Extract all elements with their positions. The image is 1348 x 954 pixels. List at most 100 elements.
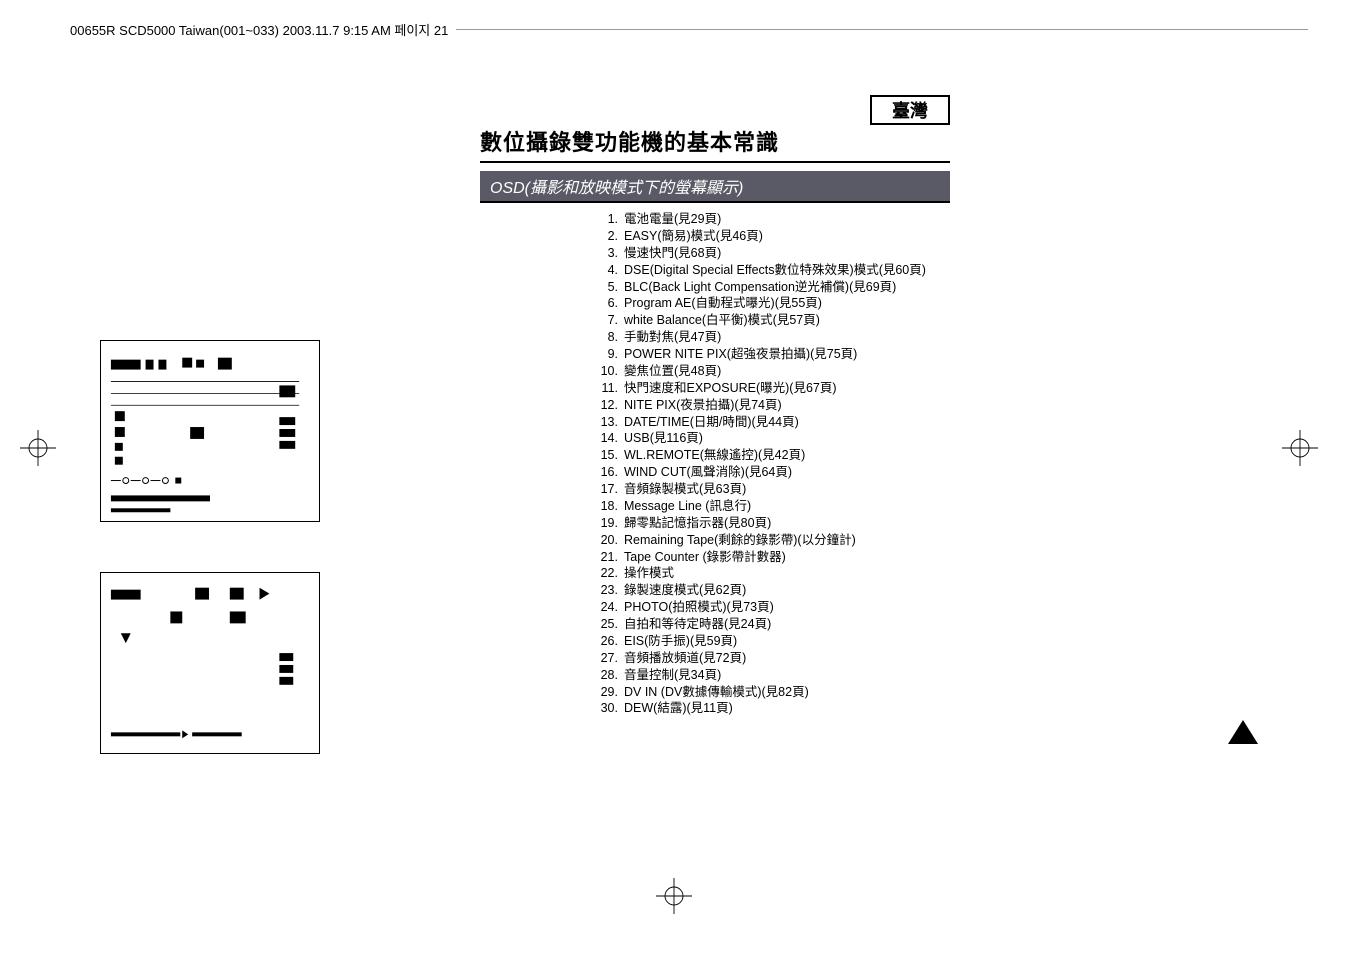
- list-text: Program AE(自動程式曝光)(見55頁): [624, 295, 950, 312]
- list-text: PHOTO(拍照模式)(見73頁): [624, 599, 950, 616]
- list-text: Remaining Tape(剩餘的錄影帶)(以分鐘計): [624, 532, 950, 549]
- page-arrow-icon: [1228, 720, 1258, 749]
- list-number: 22.: [590, 565, 624, 582]
- region-tag: 臺灣: [870, 95, 950, 125]
- list-text: POWER NITE PIX(超強夜景拍攝)(見75頁): [624, 346, 950, 363]
- osd-diagrams: [100, 340, 320, 804]
- osd-list-item: 27.音頻播放頻道(見72頁): [590, 650, 950, 667]
- list-text: WIND CUT(風聲消除)(見64頁): [624, 464, 950, 481]
- list-text: Message Line (訊息行): [624, 498, 950, 515]
- osd-list-item: 6.Program AE(自動程式曝光)(見55頁): [590, 295, 950, 312]
- list-number: 4.: [590, 262, 624, 279]
- list-number: 19.: [590, 515, 624, 532]
- osd-list-item: 4.DSE(Digital Special Effects數位特殊效果)模式(見…: [590, 262, 950, 279]
- osd-list-item: 14.USB(見116頁): [590, 430, 950, 447]
- print-header: 00655R SCD5000 Taiwan(001~033) 2003.11.7…: [70, 20, 1308, 39]
- list-text: 慢速快門(見68頁): [624, 245, 950, 262]
- osd-list-item: 30.DEW(結露)(見11頁): [590, 700, 950, 717]
- list-number: 17.: [590, 481, 624, 498]
- list-number: 27.: [590, 650, 624, 667]
- osd-list-item: 21.Tape Counter (錄影帶計數器): [590, 549, 950, 566]
- list-text: DSE(Digital Special Effects數位特殊效果)模式(見60…: [624, 262, 950, 279]
- list-text: 變焦位置(見48頁): [624, 363, 950, 380]
- list-number: 5.: [590, 279, 624, 296]
- list-number: 21.: [590, 549, 624, 566]
- osd-list-item: 8.手動對焦(見47頁): [590, 329, 950, 346]
- list-number: 9.: [590, 346, 624, 363]
- list-number: 20.: [590, 532, 624, 549]
- list-number: 29.: [590, 684, 624, 701]
- list-text: Tape Counter (錄影帶計數器): [624, 549, 950, 566]
- list-number: 26.: [590, 633, 624, 650]
- osd-list-item: 22.操作模式: [590, 565, 950, 582]
- osd-list-item: 20.Remaining Tape(剩餘的錄影帶)(以分鐘計): [590, 532, 950, 549]
- osd-list-item: 28.音量控制(見34頁): [590, 667, 950, 684]
- list-text: 錄製速度模式(見62頁): [624, 582, 950, 599]
- list-number: 11.: [590, 380, 624, 397]
- osd-list-item: 19.歸零點記憶指示器(見80頁): [590, 515, 950, 532]
- list-number: 10.: [590, 363, 624, 380]
- list-text: white Balance(白平衡)模式(見57頁): [624, 312, 950, 329]
- header-rule: [456, 29, 1308, 30]
- osd-list-item: 9.POWER NITE PIX(超強夜景拍攝)(見75頁): [590, 346, 950, 363]
- registration-mark-bottom: [656, 878, 692, 914]
- osd-list-item: 29.DV IN (DV數據傳輸模式)(見82頁): [590, 684, 950, 701]
- list-number: 16.: [590, 464, 624, 481]
- list-number: 30.: [590, 700, 624, 717]
- list-number: 24.: [590, 599, 624, 616]
- osd-list-item: 26.EIS(防手振)(見59頁): [590, 633, 950, 650]
- header-text: 00655R SCD5000 Taiwan(001~033) 2003.11.7…: [70, 20, 448, 39]
- list-text: 音頻錄製模式(見63頁): [624, 481, 950, 498]
- list-text: NITE PIX(夜景拍攝)(見74頁): [624, 397, 950, 414]
- osd-list-item: 12.NITE PIX(夜景拍攝)(見74頁): [590, 397, 950, 414]
- osd-list-item: 3.慢速快門(見68頁): [590, 245, 950, 262]
- list-text: DEW(結露)(見11頁): [624, 700, 950, 717]
- osd-list-item: 16.WIND CUT(風聲消除)(見64頁): [590, 464, 950, 481]
- osd-list-item: 17.音頻錄製模式(見63頁): [590, 481, 950, 498]
- list-text: 音量控制(見34頁): [624, 667, 950, 684]
- osd-list-item: 7.white Balance(白平衡)模式(見57頁): [590, 312, 950, 329]
- list-number: 8.: [590, 329, 624, 346]
- list-text: DV IN (DV數據傳輸模式)(見82頁): [624, 684, 950, 701]
- list-text: 音頻播放頻道(見72頁): [624, 650, 950, 667]
- content-column: 臺灣 數位攝錄雙功能機的基本常識 OSD(攝影和放映模式下的螢幕顯示) 1.電池…: [480, 95, 950, 717]
- osd-list-item: 11.快門速度和EXPOSURE(曝光)(見67頁): [590, 380, 950, 397]
- list-text: EIS(防手振)(見59頁): [624, 633, 950, 650]
- list-number: 6.: [590, 295, 624, 312]
- subtitle-band: OSD(攝影和放映模式下的螢幕顯示): [480, 171, 950, 203]
- list-text: EASY(簡易)模式(見46頁): [624, 228, 950, 245]
- list-number: 25.: [590, 616, 624, 633]
- osd-list-item: 24.PHOTO(拍照模式)(見73頁): [590, 599, 950, 616]
- osd-list: 1.電池電量(見29頁)2.EASY(簡易)模式(見46頁)3.慢速快門(見68…: [590, 211, 950, 717]
- osd-diagram-bottom: [100, 572, 320, 754]
- list-text: 操作模式: [624, 565, 950, 582]
- list-number: 18.: [590, 498, 624, 515]
- osd-list-item: 2.EASY(簡易)模式(見46頁): [590, 228, 950, 245]
- osd-list-item: 5.BLC(Back Light Compensation逆光補償)(見69頁): [590, 279, 950, 296]
- list-number: 7.: [590, 312, 624, 329]
- list-text: BLC(Back Light Compensation逆光補償)(見69頁): [624, 279, 950, 296]
- list-text: WL.REMOTE(無線遙控)(見42頁): [624, 447, 950, 464]
- osd-list-item: 1.電池電量(見29頁): [590, 211, 950, 228]
- list-number: 12.: [590, 397, 624, 414]
- list-number: 15.: [590, 447, 624, 464]
- page-frame: 臺灣 數位攝錄雙功能機的基本常識 OSD(攝影和放映模式下的螢幕顯示) 1.電池…: [30, 95, 1318, 869]
- list-number: 13.: [590, 414, 624, 431]
- list-number: 2.: [590, 228, 624, 245]
- osd-list-item: 13.DATE/TIME(日期/時間)(見44頁): [590, 414, 950, 431]
- list-text: 自拍和等待定時器(見24頁): [624, 616, 950, 633]
- list-text: USB(見116頁): [624, 430, 950, 447]
- osd-list-item: 15.WL.REMOTE(無線遙控)(見42頁): [590, 447, 950, 464]
- list-number: 3.: [590, 245, 624, 262]
- list-text: 歸零點記憶指示器(見80頁): [624, 515, 950, 532]
- list-text: 電池電量(見29頁): [624, 211, 950, 228]
- list-number: 28.: [590, 667, 624, 684]
- list-number: 14.: [590, 430, 624, 447]
- osd-list-item: 18.Message Line (訊息行): [590, 498, 950, 515]
- list-text: 快門速度和EXPOSURE(曝光)(見67頁): [624, 380, 950, 397]
- page-title: 數位攝錄雙功能機的基本常識: [480, 125, 950, 163]
- list-text: DATE/TIME(日期/時間)(見44頁): [624, 414, 950, 431]
- list-number: 23.: [590, 582, 624, 599]
- list-number: 1.: [590, 211, 624, 228]
- osd-list-item: 10.變焦位置(見48頁): [590, 363, 950, 380]
